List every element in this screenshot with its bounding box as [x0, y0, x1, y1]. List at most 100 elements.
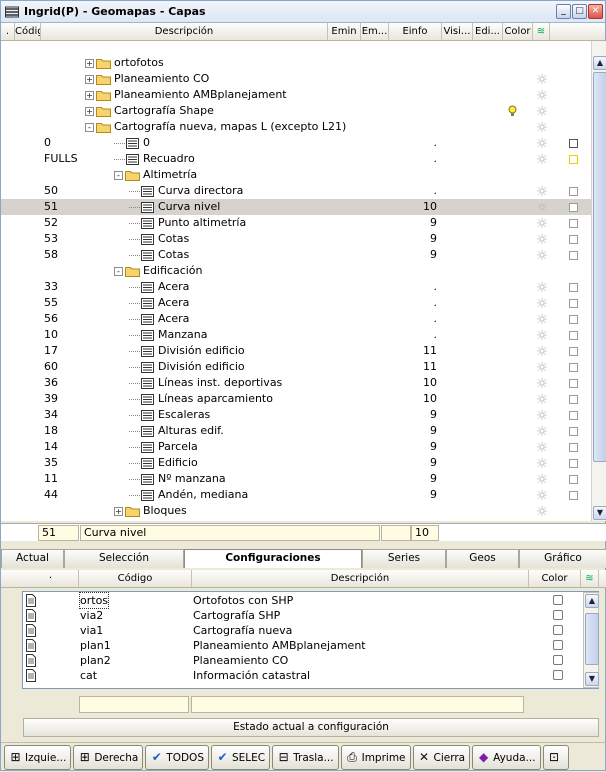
tree-node[interactable]: Manzana [129, 327, 207, 343]
col-einfo[interactable]: Einfo [389, 23, 442, 40]
cierra-button[interactable]: ✕ Cierra [412, 745, 471, 770]
layers-tree[interactable]: + ortofotos + Planeamiento CO + Planeamiento … [1, 41, 591, 521]
tree-node[interactable]: Cotas [129, 231, 189, 247]
color-checkbox[interactable] [569, 331, 578, 340]
col-options-icon[interactable]: ≋ [533, 23, 550, 40]
traslada-button[interactable]: ⊟ Trasla... [272, 745, 339, 770]
visibility-sun-icon[interactable] [537, 298, 547, 308]
scroll-thumb[interactable] [593, 72, 606, 462]
visibility-sun-icon[interactable] [537, 346, 547, 356]
color-checkbox[interactable] [569, 299, 578, 308]
visibility-sun-icon[interactable] [537, 234, 547, 244]
derecha-button[interactable]: ⊞ Derecha [73, 745, 144, 770]
tab-geos[interactable]: Geos [446, 549, 519, 568]
layer-row[interactable]: 0 0. [1, 135, 591, 151]
visibility-sun-icon[interactable] [537, 250, 547, 260]
visibility-sun-icon[interactable] [537, 202, 547, 212]
config-row[interactable]: plan1 Planeamiento AMBplanejament [23, 638, 583, 653]
tree-folder-row[interactable]: - Cartografía nueva, mapas L (excepto L21… [1, 119, 591, 135]
tree-node[interactable]: + Bloques [114, 503, 187, 519]
color-checkbox[interactable] [569, 187, 578, 196]
config-row[interactable]: via1 Cartografía nueva [23, 623, 583, 638]
visibility-sun-icon[interactable] [537, 154, 547, 164]
visibility-sun-icon[interactable] [537, 394, 547, 404]
layer-row[interactable]: 50 Curva directora. [1, 183, 591, 199]
minimize-button[interactable]: _ [556, 4, 571, 19]
config-row[interactable]: cat Información catastral [23, 668, 583, 683]
visibility-sun-icon[interactable] [537, 90, 547, 100]
color-checkbox[interactable] [569, 459, 578, 468]
tree-node[interactable]: Acera [129, 279, 189, 295]
cfg-code-input[interactable] [79, 696, 189, 713]
estado-a-configuracion-button[interactable]: Estado actual a configuración [23, 718, 599, 737]
visibility-sun-icon[interactable] [537, 74, 547, 84]
config-list[interactable]: ortos Ortofotos con SHP via2 Cartografía SH… [22, 591, 599, 689]
color-checkbox[interactable] [569, 491, 578, 500]
tree-folder-row[interactable]: + Bloques [1, 503, 591, 519]
layer-row[interactable]: 11 Nº manzana 9 [1, 471, 591, 487]
scroll-down-button[interactable]: ▼ [593, 506, 606, 520]
tree-node[interactable]: Andén, mediana [129, 487, 248, 503]
tree-node[interactable]: División edificio [129, 359, 245, 375]
cfg-col-color[interactable]: Color [529, 570, 581, 587]
layer-row[interactable]: 52 Punto altimetría 9 [1, 215, 591, 231]
tree-folder-row[interactable]: - Altimetría [1, 167, 591, 183]
config-row[interactable]: plan2 Planeamiento CO [23, 653, 583, 668]
selec-button[interactable]: ✔ SELEC [211, 745, 271, 770]
visibility-sun-icon[interactable] [537, 506, 547, 516]
config-color-checkbox[interactable] [553, 625, 563, 635]
visibility-sun-icon[interactable] [537, 314, 547, 324]
tree-node[interactable]: Edificio [129, 455, 198, 471]
visibility-sun-icon[interactable] [537, 138, 547, 148]
imprime-button[interactable]: ⎙ Imprime [340, 745, 411, 770]
cfg-scroll-down-button[interactable]: ▼ [585, 672, 599, 686]
maximize-button[interactable]: □ [572, 4, 587, 19]
col-dot[interactable]: . [1, 23, 15, 40]
visibility-sun-icon[interactable] [537, 378, 547, 388]
layer-row[interactable]: 60 División edificio 11 [1, 359, 591, 375]
tab-configuraciones[interactable]: Configuraciones [184, 549, 362, 568]
layer-row[interactable]: 51 Curva nivel 10 [1, 199, 591, 215]
tree-node[interactable]: - Edificación [114, 263, 203, 279]
config-color-checkbox[interactable] [553, 670, 563, 680]
config-row[interactable]: ortos Ortofotos con SHP [23, 592, 583, 609]
tree-node[interactable]: + Planeamiento AMBplanejament [85, 87, 287, 103]
tree-folder-row[interactable]: + ortofotos [1, 55, 591, 71]
layer-row[interactable]: 36 Líneas inst. deportivas 10 [1, 375, 591, 391]
visibility-sun-icon[interactable] [537, 330, 547, 340]
ayuda-button[interactable]: ◆ Ayuda... [472, 745, 541, 770]
layer-row[interactable]: 39 Líneas aparcamiento 10 [1, 391, 591, 407]
cfg-scroll-thumb[interactable] [585, 613, 599, 665]
tree-node[interactable]: 0 [114, 135, 150, 151]
tab-series[interactable]: Series [362, 549, 446, 568]
collapse-icon[interactable]: - [85, 122, 94, 132]
tree-node[interactable]: Líneas aparcamiento [129, 391, 273, 407]
col-visible[interactable]: Visi... [442, 23, 473, 40]
expand-icon[interactable]: + [85, 74, 94, 84]
color-checkbox[interactable] [569, 155, 578, 164]
tree-folder-row[interactable]: + Planeamiento AMBplanejament [1, 87, 591, 103]
layer-row[interactable]: 55 Acera. [1, 295, 591, 311]
visibility-sun-icon[interactable] [537, 122, 547, 132]
config-color-checkbox[interactable] [553, 640, 563, 650]
cfg-desc-input[interactable] [191, 696, 524, 713]
tree-node[interactable]: + Cartografía Shape [85, 103, 214, 119]
tree-node[interactable]: Líneas inst. deportivas [129, 375, 282, 391]
visibility-sun-icon[interactable] [537, 442, 547, 452]
cfg-col-codigo[interactable]: Código [79, 570, 192, 587]
color-checkbox[interactable] [569, 379, 578, 388]
tree-node[interactable]: Recuadro [114, 151, 195, 167]
todos-button[interactable]: ✔ TODOS [145, 745, 209, 770]
color-checkbox[interactable] [569, 475, 578, 484]
color-checkbox[interactable] [569, 283, 578, 292]
col-emin[interactable]: Emin [328, 23, 361, 40]
tree-node[interactable]: Punto altimetría [129, 215, 246, 231]
config-color-checkbox[interactable] [553, 610, 563, 620]
color-checkbox[interactable] [569, 203, 578, 212]
cfg-col-dot[interactable]: · [23, 570, 79, 587]
edit-code-field[interactable]: 51 [38, 525, 79, 541]
scroll-up-button[interactable]: ▲ [593, 56, 606, 70]
layer-row[interactable]: 17 División edificio 11 [1, 343, 591, 359]
tree-node[interactable]: Cotas [129, 247, 189, 263]
layer-row[interactable]: 33 Acera. [1, 279, 591, 295]
